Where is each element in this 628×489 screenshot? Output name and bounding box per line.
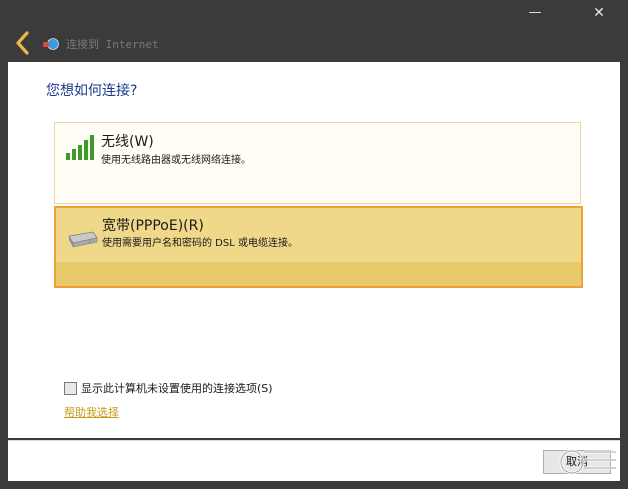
- network-globe-icon: [43, 38, 59, 50]
- broadband-modem-icon: [68, 231, 98, 248]
- option-broadband-title: 宽带(PPPoE)(R): [102, 218, 204, 234]
- selection-band: [56, 262, 581, 286]
- option-broadband[interactable]: 宽带(PPPoE)(R) 使用需要用户名和密码的 DSL 或电缆连接。: [54, 206, 583, 288]
- minimize-button[interactable]: —: [520, 2, 550, 24]
- title-bar: — ✕ 连接到 Internet: [0, 0, 628, 62]
- option-wireless[interactable]: 无线(W) 使用无线路由器或无线网络连接。: [54, 122, 581, 204]
- option-wireless-description: 使用无线路由器或无线网络连接。: [101, 155, 251, 166]
- back-arrow-icon[interactable]: [12, 30, 34, 56]
- window-title: 连接到 Internet: [66, 38, 159, 51]
- wireless-signal-icon: [66, 135, 94, 160]
- option-wireless-title: 无线(W): [101, 134, 154, 150]
- show-unconfigured-checkbox[interactable]: [64, 382, 77, 395]
- connect-to-internet-window: — ✕ 连接到 Internet 您想如何连接? 无线(W) 使用无线路由器或无…: [0, 0, 628, 489]
- help-me-choose-link[interactable]: 帮助我选择: [64, 404, 119, 420]
- page-heading: 您想如何连接?: [46, 83, 138, 99]
- watermark-logo: [559, 449, 616, 475]
- close-button[interactable]: ✕: [584, 2, 614, 24]
- option-broadband-description: 使用需要用户名和密码的 DSL 或电缆连接。: [102, 238, 298, 249]
- footer-bar: 取消: [8, 440, 620, 481]
- show-unconfigured-label[interactable]: 显示此计算机未设置使用的连接选项(S): [81, 380, 273, 396]
- main-panel: 您想如何连接? 无线(W) 使用无线路由器或无线网络连接。 宽带(PPPoE)(…: [8, 62, 620, 438]
